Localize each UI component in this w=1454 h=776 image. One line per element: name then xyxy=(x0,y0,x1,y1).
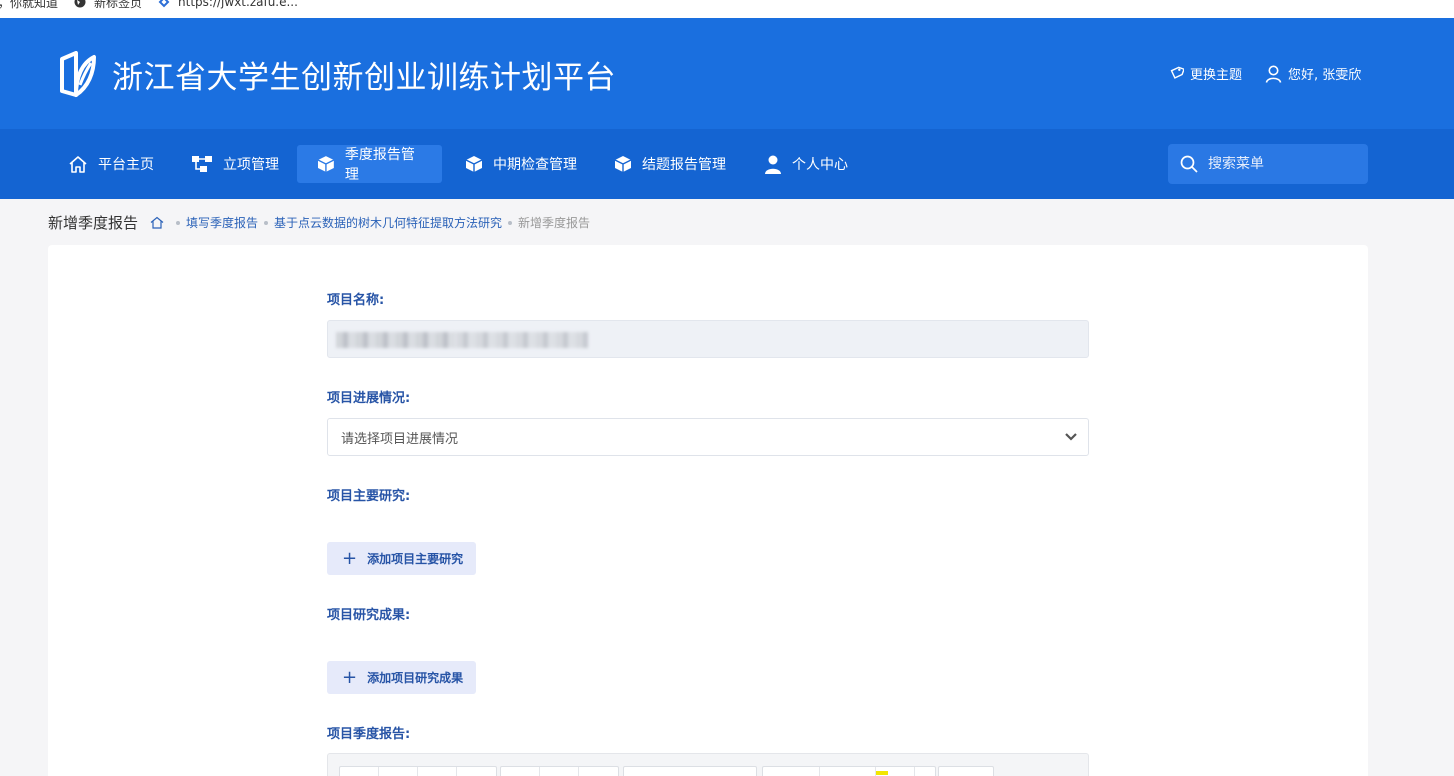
toolbar-button[interactable] xyxy=(418,767,457,776)
project-name-field xyxy=(327,320,1089,358)
site-logo-icon xyxy=(56,51,98,99)
toolbar-group xyxy=(938,766,994,776)
toolbar-button[interactable] xyxy=(820,767,876,776)
nav-item-midterm-check[interactable]: 中期检查管理 xyxy=(445,145,591,183)
nav-item-label: 结题报告管理 xyxy=(642,157,726,173)
breadcrumb-current: 新增季度报告 xyxy=(518,216,591,230)
form-card: 项目名称: 项目进展情况: 请选择项目进展情况 项目主要研究: + 添加项目主要… xyxy=(48,245,1368,776)
toolbar-button[interactable] xyxy=(379,767,418,776)
toolbar-button[interactable] xyxy=(939,767,993,776)
plus-icon: + xyxy=(342,666,358,688)
nav-item-label: 平台主页 xyxy=(98,157,154,173)
bookmark-item[interactable]: https://jwxt.zafu.e... xyxy=(158,0,298,9)
bookmark-label: 新标签页 xyxy=(94,0,143,10)
rich-text-toolbar xyxy=(327,753,1089,776)
project-progress-select[interactable]: 请选择项目进展情况 xyxy=(327,418,1089,456)
nav-item-label: 立项管理 xyxy=(223,157,279,173)
menu-search-input[interactable] xyxy=(1208,156,1358,172)
breadcrumb-separator xyxy=(176,220,181,225)
toolbar-dropdown[interactable] xyxy=(624,767,756,776)
add-main-research-label: 添加项目主要研究 xyxy=(367,552,464,566)
menu-search-box[interactable] xyxy=(1168,144,1368,184)
breadcrumb-link[interactable]: 基于点云数据的树木几何特征提取方法研究 xyxy=(274,214,502,231)
nav-item-label: 中期检查管理 xyxy=(493,157,577,173)
nav-item-personal-center[interactable]: 个人中心 xyxy=(744,145,862,183)
project-progress-label: 项目进展情况: xyxy=(327,391,411,406)
redacted-text xyxy=(336,332,456,348)
toolbar-button[interactable] xyxy=(763,767,820,776)
site-title: 浙江省大学生创新创业训练计划平台 xyxy=(112,60,616,96)
chevron-down-icon xyxy=(1065,433,1077,441)
toolbar-group xyxy=(762,766,936,776)
plus-icon: + xyxy=(342,547,358,569)
add-research-results-label: 添加项目研究成果 xyxy=(367,671,464,685)
main-research-label: 项目主要研究: xyxy=(327,489,411,504)
nav-item-final-report[interactable]: 结题报告管理 xyxy=(594,145,740,183)
select-placeholder: 请选择项目进展情况 xyxy=(341,431,459,447)
toolbar-button[interactable] xyxy=(501,767,540,776)
change-theme-button[interactable]: 更换主题 xyxy=(1169,64,1242,83)
toolbar-group xyxy=(500,766,619,776)
main-nav: 平台主页 立项管理 季度报告管理 中期检查管理 结题报告管理 个人中心 搜索菜单 xyxy=(0,129,1454,199)
redacted-text xyxy=(456,332,588,348)
nav-item-project-setup[interactable]: 立项管理 xyxy=(171,145,293,183)
home-icon xyxy=(69,155,87,173)
tag-icon xyxy=(1170,66,1184,79)
breadcrumb: 新增季度报告 填写季度报告 基于点云数据的树木几何特征提取方法研究 新增季度报告 xyxy=(48,212,590,233)
home-icon[interactable] xyxy=(150,216,164,229)
research-results-label: 项目研究成果: xyxy=(327,608,411,623)
bookmark-item[interactable]: ，你就知道 xyxy=(0,0,58,11)
breadcrumb-link[interactable]: 填写季度报告 xyxy=(186,214,258,231)
add-research-results-button[interactable]: + 添加项目研究成果 xyxy=(327,661,476,694)
highlight-color-icon xyxy=(876,771,888,775)
box-icon xyxy=(465,156,483,172)
bookmarks-bar: ，你就知道 新标签页 https://jwxt.zafu.e... xyxy=(0,0,1454,18)
change-theme-label: 更换主题 xyxy=(1190,68,1243,83)
user-greeting: 您好, 张雯欣 xyxy=(1288,68,1362,83)
box-icon xyxy=(317,156,335,172)
box-icon xyxy=(614,156,632,172)
search-icon xyxy=(1180,155,1198,173)
quarterly-report-label: 项目季度报告: xyxy=(327,727,411,742)
bookmark-label: ，你就知道 xyxy=(0,0,59,10)
toolbar-group xyxy=(339,766,497,776)
nav-item-home[interactable]: 平台主页 xyxy=(48,145,168,183)
user-icon xyxy=(1265,65,1282,83)
nav-item-quarterly-report[interactable]: 季度报告管理 xyxy=(297,145,442,183)
page-title: 新增季度报告 xyxy=(48,214,139,232)
add-main-research-button[interactable]: + 添加项目主要研究 xyxy=(327,542,476,575)
toolbar-button[interactable] xyxy=(457,767,496,776)
globe-icon xyxy=(74,0,86,8)
toolbar-group xyxy=(623,766,757,776)
toolbar-button[interactable] xyxy=(540,767,579,776)
toolbar-button[interactable] xyxy=(340,767,379,776)
link-icon xyxy=(158,0,170,8)
nav-item-label: 季度报告管理 xyxy=(344,147,415,183)
breadcrumb-separator xyxy=(264,220,269,225)
toolbar-button[interactable] xyxy=(579,767,618,776)
bookmark-item[interactable]: 新标签页 xyxy=(74,0,142,11)
breadcrumb-separator xyxy=(508,220,513,225)
user-menu-button[interactable]: 您好, 张雯欣 xyxy=(1265,64,1361,83)
person-icon xyxy=(765,155,781,174)
project-name-label: 项目名称: xyxy=(327,293,385,308)
toolbar-button[interactable] xyxy=(915,767,935,776)
hierarchy-icon xyxy=(192,156,212,172)
nav-item-label: 个人中心 xyxy=(792,157,848,173)
site-header: 浙江省大学生创新创业训练计划平台 更换主题 您好, 张雯欣 xyxy=(0,18,1454,129)
bookmark-label: https://jwxt.zafu.e... xyxy=(178,0,298,9)
